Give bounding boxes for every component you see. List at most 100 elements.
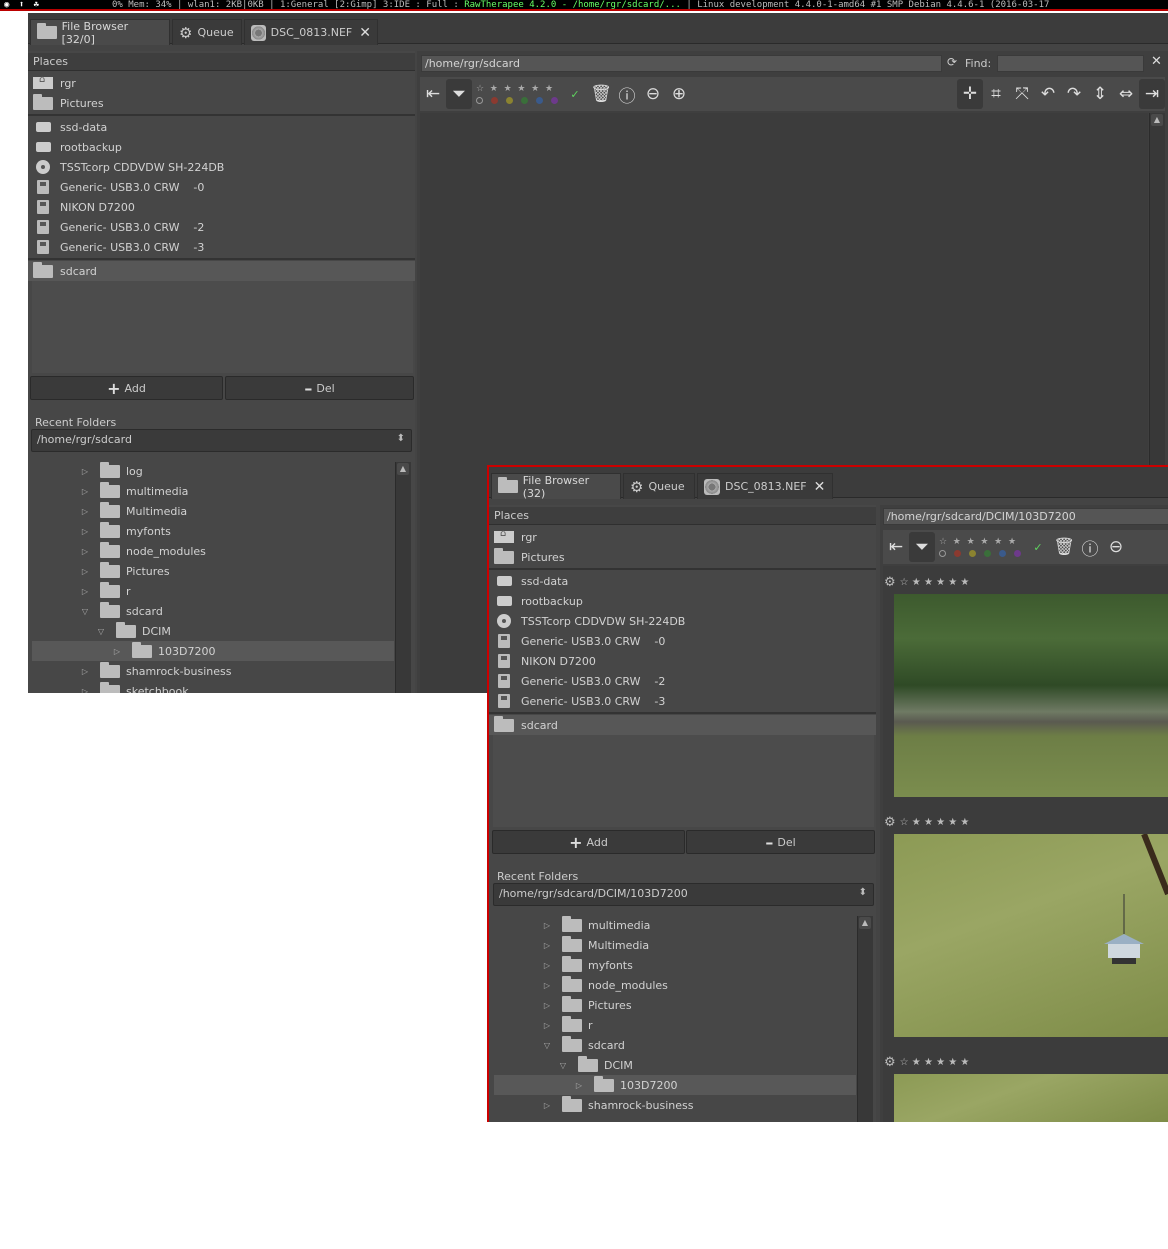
device-item[interactable]: rootbackup xyxy=(489,591,876,611)
expand-arrow-icon[interactable]: ▷ xyxy=(542,921,552,930)
thumbnail-image[interactable] xyxy=(894,1074,1168,1122)
folder-tree-node[interactable]: ▷ multimedia xyxy=(494,916,856,935)
label-yellow-dot[interactable] xyxy=(506,97,513,104)
label-purple-dot[interactable] xyxy=(1014,550,1021,557)
device-item[interactable]: rootbackup xyxy=(28,137,415,157)
place-item[interactable]: rgr xyxy=(489,527,876,547)
folder-tree-node[interactable]: ▷ Multimedia xyxy=(32,501,394,521)
flip-vertical-icon[interactable]: ⇕ xyxy=(1087,79,1113,109)
expand-arrow-icon[interactable]: ▷ xyxy=(80,687,90,694)
filter-icon[interactable]: ⏷ xyxy=(909,532,935,562)
tab-queue[interactable]: ⚙ Queue xyxy=(172,19,242,45)
bookmark-item[interactable]: sdcard xyxy=(489,715,876,735)
info-icon[interactable]: ⓘ xyxy=(614,79,640,109)
zoom-out-icon[interactable]: ⊖ xyxy=(640,79,666,109)
crop-icon[interactable]: ⌗ xyxy=(983,79,1009,109)
thumbnail-image[interactable] xyxy=(894,594,1168,797)
expand-arrow-icon[interactable]: ▷ xyxy=(80,567,90,576)
info-icon[interactable]: ⓘ xyxy=(1077,532,1103,562)
transform-icon[interactable]: ⤧ xyxy=(1009,79,1035,109)
edited-filter-icon[interactable]: ✓ xyxy=(1025,532,1051,562)
label-yellow-dot[interactable] xyxy=(969,550,976,557)
folder-tree-scrollbar[interactable]: ▲ xyxy=(857,916,873,1122)
rotate-left-icon[interactable]: ↶ xyxy=(1035,79,1061,109)
folder-tree-node[interactable]: ▷ Pictures xyxy=(494,995,856,1015)
device-item[interactable]: Generic- USB3.0 CRW -0 xyxy=(28,177,415,197)
label-none-dot[interactable] xyxy=(476,97,483,104)
folder-tree-node[interactable]: ▷ multimedia xyxy=(32,481,394,501)
thumbnail-stars[interactable]: ☆ ★ ★ ★ ★ ★ xyxy=(900,817,970,828)
folder-tree-node[interactable]: ▷ Multimedia xyxy=(494,935,856,955)
label-green-dot[interactable] xyxy=(984,550,991,557)
folder-tree-node[interactable]: ▷ myfonts xyxy=(32,521,394,541)
tray-icons[interactable]: ◉ ⬆ ☘ xyxy=(0,0,112,9)
thumbnail-stars[interactable]: ☆ ★ ★ ★ ★ ★ xyxy=(900,1057,970,1068)
recent-folders-combo[interactable]: /home/rgr/sdcard/DCIM/103D7200 ⬍ xyxy=(493,883,874,906)
collapse-arrow-icon[interactable]: ▽ xyxy=(80,607,90,616)
device-item[interactable]: Generic- USB3.0 CRW -3 xyxy=(489,691,876,711)
delete-place-button[interactable]: – Del xyxy=(225,376,414,400)
tab-editor[interactable]: DSC_0813.NEF ✕ xyxy=(244,19,378,45)
flip-horizontal-icon[interactable]: ⇔ xyxy=(1113,79,1139,109)
folder-tree-node[interactable]: ▷ shamrock-business xyxy=(32,661,394,681)
expand-arrow-icon[interactable]: ▷ xyxy=(574,1081,584,1090)
expand-arrow-icon[interactable]: ▷ xyxy=(542,1021,552,1030)
device-item[interactable]: TSSTcorp CDDVDW SH-224DB xyxy=(489,611,876,631)
expand-arrow-icon[interactable]: ▷ xyxy=(80,487,90,496)
expand-arrow-icon[interactable]: ▷ xyxy=(80,527,90,536)
expand-arrow-icon[interactable]: ▷ xyxy=(542,961,552,970)
add-place-button[interactable]: + Add xyxy=(30,376,223,400)
folder-tree-node[interactable]: ▽ DCIM xyxy=(494,1055,856,1075)
device-item[interactable]: ssd-data xyxy=(28,117,415,137)
expand-arrow-icon[interactable]: ▷ xyxy=(80,467,90,476)
expand-arrow-icon[interactable]: ▷ xyxy=(80,587,90,596)
edited-filter-icon[interactable]: ✓ xyxy=(562,79,588,109)
crosshair-icon[interactable]: ✛ xyxy=(957,79,983,109)
label-red-dot[interactable] xyxy=(491,97,498,104)
device-item[interactable]: TSSTcorp CDDVDW SH-224DB xyxy=(28,157,415,177)
gears-icon[interactable]: ⚙ xyxy=(884,575,896,590)
refresh-icon[interactable]: ⟳ xyxy=(947,55,957,69)
device-item[interactable]: Generic- USB3.0 CRW -3 xyxy=(28,237,415,257)
expand-arrow-icon[interactable]: ▷ xyxy=(80,547,90,556)
hide-right-panel-icon[interactable]: ⇥ xyxy=(1139,79,1165,109)
folder-tree-node[interactable]: ▷ sketchbook xyxy=(32,681,394,693)
path-field[interactable]: /home/rgr/sdcard xyxy=(421,55,942,72)
expand-arrow-icon[interactable]: ▷ xyxy=(542,1001,552,1010)
zoom-in-icon[interactable]: ⊕ xyxy=(666,79,692,109)
delete-place-button[interactable]: – Del xyxy=(686,830,875,854)
rotate-right-icon[interactable]: ↷ xyxy=(1061,79,1087,109)
folder-tree-node[interactable]: ▷ 103D7200 xyxy=(32,641,394,661)
label-blue-dot[interactable] xyxy=(999,550,1006,557)
find-input[interactable] xyxy=(997,55,1144,72)
label-purple-dot[interactable] xyxy=(551,97,558,104)
close-icon[interactable]: ✕ xyxy=(359,25,371,41)
folder-tree-node[interactable]: ▷ shamrock-business xyxy=(494,1095,856,1115)
expand-arrow-icon[interactable]: ▷ xyxy=(80,507,90,516)
expand-arrow-icon[interactable]: ▷ xyxy=(80,667,90,676)
tab-file-browser[interactable]: File Browser (32) xyxy=(491,473,621,500)
color-label-filter[interactable] xyxy=(939,550,1021,557)
place-item[interactable]: Pictures xyxy=(28,93,415,113)
trash-icon[interactable]: 🗑 xyxy=(588,79,614,109)
scroll-up-icon[interactable]: ▲ xyxy=(397,463,409,475)
folder-tree-node[interactable]: ▷ r xyxy=(32,581,394,601)
label-blue-dot[interactable] xyxy=(536,97,543,104)
label-none-dot[interactable] xyxy=(939,550,946,557)
device-item[interactable]: Generic- USB3.0 CRW -0 xyxy=(489,631,876,651)
scroll-up-icon[interactable]: ▲ xyxy=(859,917,871,929)
expand-arrow-icon[interactable]: ▷ xyxy=(542,1101,552,1110)
trash-icon[interactable]: 🗑 xyxy=(1051,532,1077,562)
bookmark-item[interactable]: sdcard xyxy=(28,261,415,281)
collapse-arrow-icon[interactable]: ▽ xyxy=(542,1041,552,1050)
folder-tree-node[interactable]: ▷ node_modules xyxy=(32,541,394,561)
expand-arrow-icon[interactable]: ▷ xyxy=(542,981,552,990)
folder-tree-node[interactable]: ▷ node_modules xyxy=(494,975,856,995)
gears-icon[interactable]: ⚙ xyxy=(884,815,896,830)
path-field[interactable]: /home/rgr/sdcard/DCIM/103D7200 xyxy=(883,508,1168,525)
folder-tree-node[interactable]: ▷ myfonts xyxy=(494,955,856,975)
folder-tree-node[interactable]: ▷ r xyxy=(494,1015,856,1035)
collapse-arrow-icon[interactable]: ▽ xyxy=(96,627,106,636)
place-item[interactable]: rgr xyxy=(28,73,415,93)
label-red-dot[interactable] xyxy=(954,550,961,557)
